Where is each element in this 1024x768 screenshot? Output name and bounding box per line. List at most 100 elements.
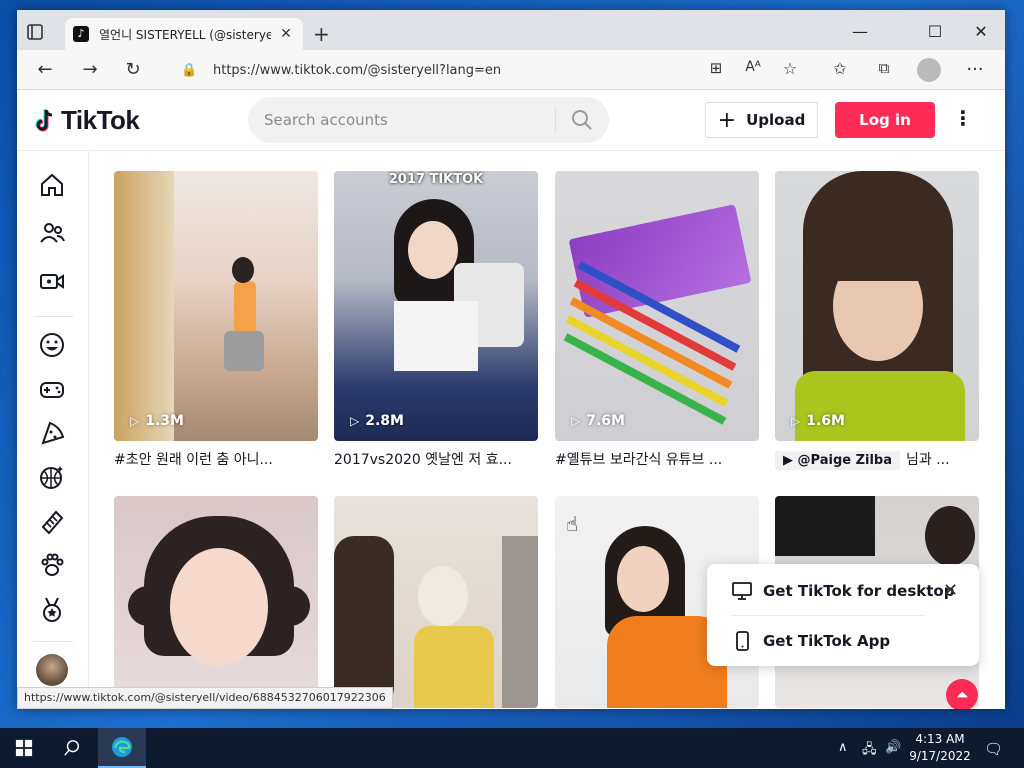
- taskbar-clock[interactable]: 4:13 AM 9/17/2022: [905, 731, 975, 765]
- video-caption[interactable]: #옐튜브 보라간식 유튜브 ...: [555, 449, 759, 471]
- popup-divider: [731, 615, 925, 616]
- taskbar-search-button[interactable]: [48, 728, 96, 768]
- play-icon: ▷: [350, 414, 360, 428]
- plus-icon: +: [717, 107, 737, 133]
- animals-icon[interactable]: [38, 551, 66, 579]
- bangs-shape: [815, 251, 941, 281]
- apps-icon[interactable]: ⊞: [704, 59, 728, 77]
- taskbar: ∧ 🖧 🔊 4:13 AM 9/17/2022 🗨: [0, 728, 1024, 768]
- shirt-shape: [394, 301, 478, 371]
- upload-label: Upload: [746, 111, 806, 129]
- close-window-icon[interactable]: ✕: [958, 22, 1004, 41]
- more-options-icon[interactable]: ⋮: [953, 106, 973, 130]
- get-desktop-label: Get TikTok for desktop: [763, 582, 955, 600]
- lock-icon[interactable]: 🔒: [181, 63, 199, 78]
- beauty-icon[interactable]: [38, 507, 66, 535]
- video-thumbnail[interactable]: ▷ 7.6M: [555, 171, 759, 441]
- achievement-medal-icon[interactable]: [38, 595, 66, 623]
- video-thumbnail[interactable]: 2017 TIKTOK ▷ 2.8M: [334, 171, 538, 441]
- get-app-label: Get TikTok App: [763, 632, 891, 650]
- person-head-shape: [232, 257, 254, 283]
- face-shape: [170, 548, 268, 666]
- login-label: Log in: [859, 111, 911, 129]
- profile-icon[interactable]: [917, 58, 941, 82]
- show-hidden-icons[interactable]: ∧: [838, 740, 848, 755]
- read-aloud-icon[interactable]: Aᴬ: [741, 59, 765, 75]
- refresh-icon[interactable]: ↻: [121, 59, 145, 80]
- video-card[interactable]: [334, 496, 538, 708]
- network-icon[interactable]: 🖧: [862, 740, 877, 762]
- volume-icon[interactable]: 🔊: [885, 740, 901, 755]
- status-bar-url: https://www.tiktok.com/@sisteryell/video…: [17, 687, 393, 709]
- play-icon: ▶: [783, 453, 798, 468]
- gaming-icon[interactable]: [38, 375, 66, 403]
- maximize-icon[interactable]: ☐: [912, 22, 958, 41]
- shirt-shape: [795, 371, 965, 441]
- video-thumbnail[interactable]: ▷ 1.6M: [775, 171, 979, 441]
- get-desktop-link[interactable]: Get TikTok for desktop: [731, 580, 954, 602]
- video-card[interactable]: ▷ 7.6M #옐튜브 보라간식 유튜브 ...: [555, 171, 759, 471]
- collections-icon[interactable]: ⧉: [872, 59, 896, 77]
- video-card[interactable]: 2017 TIKTOK ▷ 2.8M 2017vs2020 옛날엔 저 효...: [334, 171, 538, 471]
- tab-tiktok[interactable]: ♪ 열언니 SISTERYELL (@sisteryell) | TikTok …: [65, 18, 303, 50]
- video-card[interactable]: ▷ 1.6M ▶ @Paige Zilba 님과 ...: [775, 171, 979, 471]
- home-icon[interactable]: [38, 171, 66, 199]
- scroll-to-top-icon[interactable]: ⏶: [946, 679, 978, 709]
- back-icon[interactable]: ←: [33, 59, 57, 80]
- windows-icon: [15, 739, 33, 757]
- sports-icon[interactable]: [38, 463, 66, 491]
- video-caption[interactable]: 2017vs2020 옛날엔 저 효...: [334, 449, 538, 471]
- video-thumbnail[interactable]: [334, 496, 538, 708]
- url-text[interactable]: https://www.tiktok.com/@sisteryell?lang=…: [213, 63, 501, 78]
- browser-window: ♪ 열언니 SISTERYELL (@sisteryell) | TikTok …: [17, 10, 1005, 709]
- video-caption[interactable]: ▶ @Paige Zilba 님과 ...: [775, 449, 979, 471]
- video-card[interactable]: ▷ 1.3M #초안 원래 이런 춤 아니...: [114, 171, 318, 471]
- following-icon[interactable]: [38, 219, 66, 247]
- browser-toolbar: ← → ↻ 🔒 https://www.tiktok.com/@sisterye…: [17, 50, 1005, 90]
- popup-close-icon[interactable]: ✕: [943, 580, 958, 601]
- food-icon[interactable]: [38, 419, 66, 447]
- tab-actions-icon[interactable]: [23, 20, 47, 44]
- clock-time: 4:13 AM: [915, 732, 965, 746]
- start-button[interactable]: [0, 728, 48, 768]
- tiktok-header: TikTok + Upload Log in ⋮: [17, 90, 1005, 151]
- view-count: ▷ 2.8M: [350, 413, 404, 429]
- settings-more-icon[interactable]: ···: [963, 59, 987, 80]
- avatar[interactable]: [36, 654, 68, 686]
- video-caption[interactable]: #초안 원래 이런 춤 아니...: [114, 449, 318, 471]
- search-box: [248, 97, 609, 143]
- video-card[interactable]: [114, 496, 318, 708]
- search-icon: [64, 740, 80, 756]
- sidebar: [17, 151, 89, 709]
- tiktok-page: TikTok + Upload Log in ⋮: [17, 90, 1005, 709]
- clock-date: 9/17/2022: [909, 749, 971, 763]
- closet-shape: [114, 171, 174, 441]
- hair-bun-shape: [128, 586, 168, 626]
- tiktok-favicon-icon: ♪: [73, 26, 89, 42]
- comedy-icon[interactable]: [38, 331, 66, 359]
- new-tab-icon[interactable]: +: [313, 22, 330, 46]
- skirt-shape: [224, 331, 264, 371]
- view-count: ▷ 1.3M: [130, 413, 184, 429]
- face-shape: [408, 221, 458, 279]
- minimize-icon[interactable]: —: [837, 22, 883, 41]
- edge-taskbar-button[interactable]: [98, 728, 146, 768]
- view-count: ▷ 7.6M: [571, 413, 625, 429]
- tab-close-icon[interactable]: ✕: [277, 26, 295, 42]
- video-thumbnail[interactable]: [114, 496, 318, 708]
- favorites-icon[interactable]: ✩: [828, 59, 852, 78]
- login-button[interactable]: Log in: [835, 102, 935, 138]
- forward-icon[interactable]: →: [78, 59, 102, 80]
- live-icon[interactable]: [38, 267, 66, 295]
- sidebar-divider: [33, 316, 73, 317]
- get-app-link[interactable]: Get TikTok App: [731, 630, 890, 652]
- mention-tag[interactable]: ▶ @Paige Zilba: [775, 451, 901, 470]
- add-favorite-icon[interactable]: ☆: [778, 59, 802, 78]
- person-shape: [334, 536, 394, 708]
- search-icon[interactable]: [570, 108, 594, 132]
- search-input[interactable]: [264, 109, 544, 131]
- tiktok-logo[interactable]: TikTok: [33, 105, 140, 136]
- upload-button[interactable]: + Upload: [705, 102, 818, 138]
- notifications-icon[interactable]: 🗨: [984, 740, 1003, 758]
- video-thumbnail[interactable]: ▷ 1.3M: [114, 171, 318, 441]
